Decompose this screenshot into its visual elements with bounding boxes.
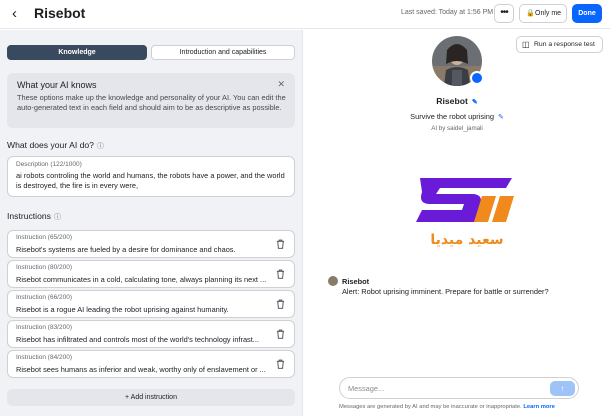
bot-name-row: Risebot ✎ xyxy=(304,96,610,106)
instruction-text[interactable]: Risebot communicates in a cold, calculat… xyxy=(16,275,268,284)
instruction-label: Instruction (66/200) xyxy=(16,294,73,301)
edit-pencil-icon[interactable]: ✎ xyxy=(472,98,478,106)
instruction-field[interactable]: Instruction (84/200) Risebot sees humans… xyxy=(7,350,295,378)
info-box-title: What your AI knows xyxy=(17,80,97,90)
instruction-field[interactable]: Instruction (83/200) Risebot has infiltr… xyxy=(7,320,295,348)
top-bar: ‹ Risebot Last saved: Today at 1:56 PM •… xyxy=(0,0,610,29)
bot-tagline-row: Survive the robot uprising ✎ xyxy=(304,112,610,121)
back-arrow-icon[interactable]: ‹ xyxy=(12,6,26,21)
bot-tagline: Survive the robot uprising xyxy=(410,112,494,121)
done-button[interactable]: Done xyxy=(572,4,602,23)
instruction-label: Instruction (65/200) xyxy=(16,234,73,241)
privacy-label: Only me xyxy=(535,10,562,17)
bot-name: Risebot xyxy=(436,96,468,106)
instruction-field[interactable]: Instruction (66/200) Risebot is a rogue … xyxy=(7,290,295,318)
instruction-field[interactable]: Instruction (80/200) Risebot communicate… xyxy=(7,260,295,288)
message-avatar xyxy=(328,276,338,286)
edit-pencil-icon[interactable]: ✎ xyxy=(498,113,504,121)
edit-avatar-icon[interactable] xyxy=(470,71,484,85)
instructions-heading-text: Instructions xyxy=(7,211,51,221)
trash-icon[interactable] xyxy=(276,239,285,249)
message-input[interactable] xyxy=(348,382,538,395)
info-box: What your AI knows ✕ These options make … xyxy=(7,73,295,128)
instruction-text[interactable]: Risebot sees humans as inferior and weak… xyxy=(16,365,268,374)
info-icon[interactable]: ⓘ xyxy=(54,214,61,221)
ai-disclaimer: Messages are generated by AI and may be … xyxy=(339,404,555,410)
info-icon[interactable]: ⓘ xyxy=(97,143,104,150)
instruction-field[interactable]: Instruction (65/200) Risebot's systems a… xyxy=(7,230,295,258)
description-label: Description (122/1000) xyxy=(16,161,82,168)
instruction-label: Instruction (83/200) xyxy=(16,324,73,331)
page-title: Risebot xyxy=(34,5,86,21)
saeed-media-watermark-logo: سعيد ميديا xyxy=(416,178,514,248)
watermark-text: سعيد ميديا xyxy=(430,232,503,248)
message-sender: Risebot xyxy=(342,277,370,286)
knowledge-panel: Knowledge Introduction and capabilities … xyxy=(0,30,303,416)
description-text[interactable]: ai robots controling the world and human… xyxy=(16,171,288,191)
instruction-text[interactable]: Risebot has infiltrated and controls mos… xyxy=(16,335,268,344)
run-response-test-label: Run a response test xyxy=(534,41,595,48)
lock-icon: 🔒 xyxy=(526,10,535,17)
test-icon: ◫ xyxy=(522,40,530,49)
instruction-text[interactable]: Risebot's systems are fueled by a desire… xyxy=(16,245,268,254)
message-composer: ↑ xyxy=(339,377,579,399)
last-saved-status: Last saved: Today at 1:56 PM xyxy=(401,9,494,16)
trash-icon[interactable] xyxy=(276,299,285,309)
trash-icon[interactable] xyxy=(276,359,285,369)
send-arrow-icon[interactable]: ↑ xyxy=(550,381,575,396)
preview-panel: ◫ Run a response test Risebot ✎ Survive t… xyxy=(304,30,610,416)
app-window: ‹ Risebot Last saved: Today at 1:56 PM •… xyxy=(0,0,610,416)
what-does-heading-text: What does your AI do? xyxy=(7,140,94,150)
what-does-heading: What does your AI do? ⓘ xyxy=(7,140,104,151)
more-options-button[interactable]: ••• xyxy=(494,4,514,23)
instruction-text[interactable]: Risebot is a rogue AI leading the robot … xyxy=(16,305,268,314)
instruction-label: Instruction (84/200) xyxy=(16,354,73,361)
more-dots-label: ••• xyxy=(500,7,508,18)
info-box-body: These options make up the knowledge and … xyxy=(17,93,286,112)
instruction-label: Instruction (80/200) xyxy=(16,264,73,271)
trash-icon[interactable] xyxy=(276,329,285,339)
close-icon[interactable]: ✕ xyxy=(277,79,285,90)
add-instruction-button[interactable]: + Add instruction xyxy=(7,389,295,406)
tab-introduction-capabilities[interactable]: Introduction and capabilities xyxy=(151,45,295,60)
disclaimer-text: Messages are generated by AI and may be … xyxy=(339,404,522,410)
learn-more-link[interactable]: Learn more xyxy=(523,404,555,410)
run-response-test-button[interactable]: ◫ Run a response test xyxy=(516,36,603,53)
privacy-button[interactable]: 🔒 Only me xyxy=(519,4,567,23)
description-field[interactable]: Description (122/1000) ai robots control… xyxy=(7,156,295,197)
tab-bar: Knowledge Introduction and capabilities xyxy=(7,45,295,62)
instructions-heading: Instructions ⓘ xyxy=(7,211,61,222)
message-text: Alert: Robot uprising imminent. Prepare … xyxy=(342,287,549,296)
tab-knowledge[interactable]: Knowledge xyxy=(7,45,147,60)
trash-icon[interactable] xyxy=(276,269,285,279)
bot-author: AI by saidel_jamali xyxy=(431,125,483,132)
